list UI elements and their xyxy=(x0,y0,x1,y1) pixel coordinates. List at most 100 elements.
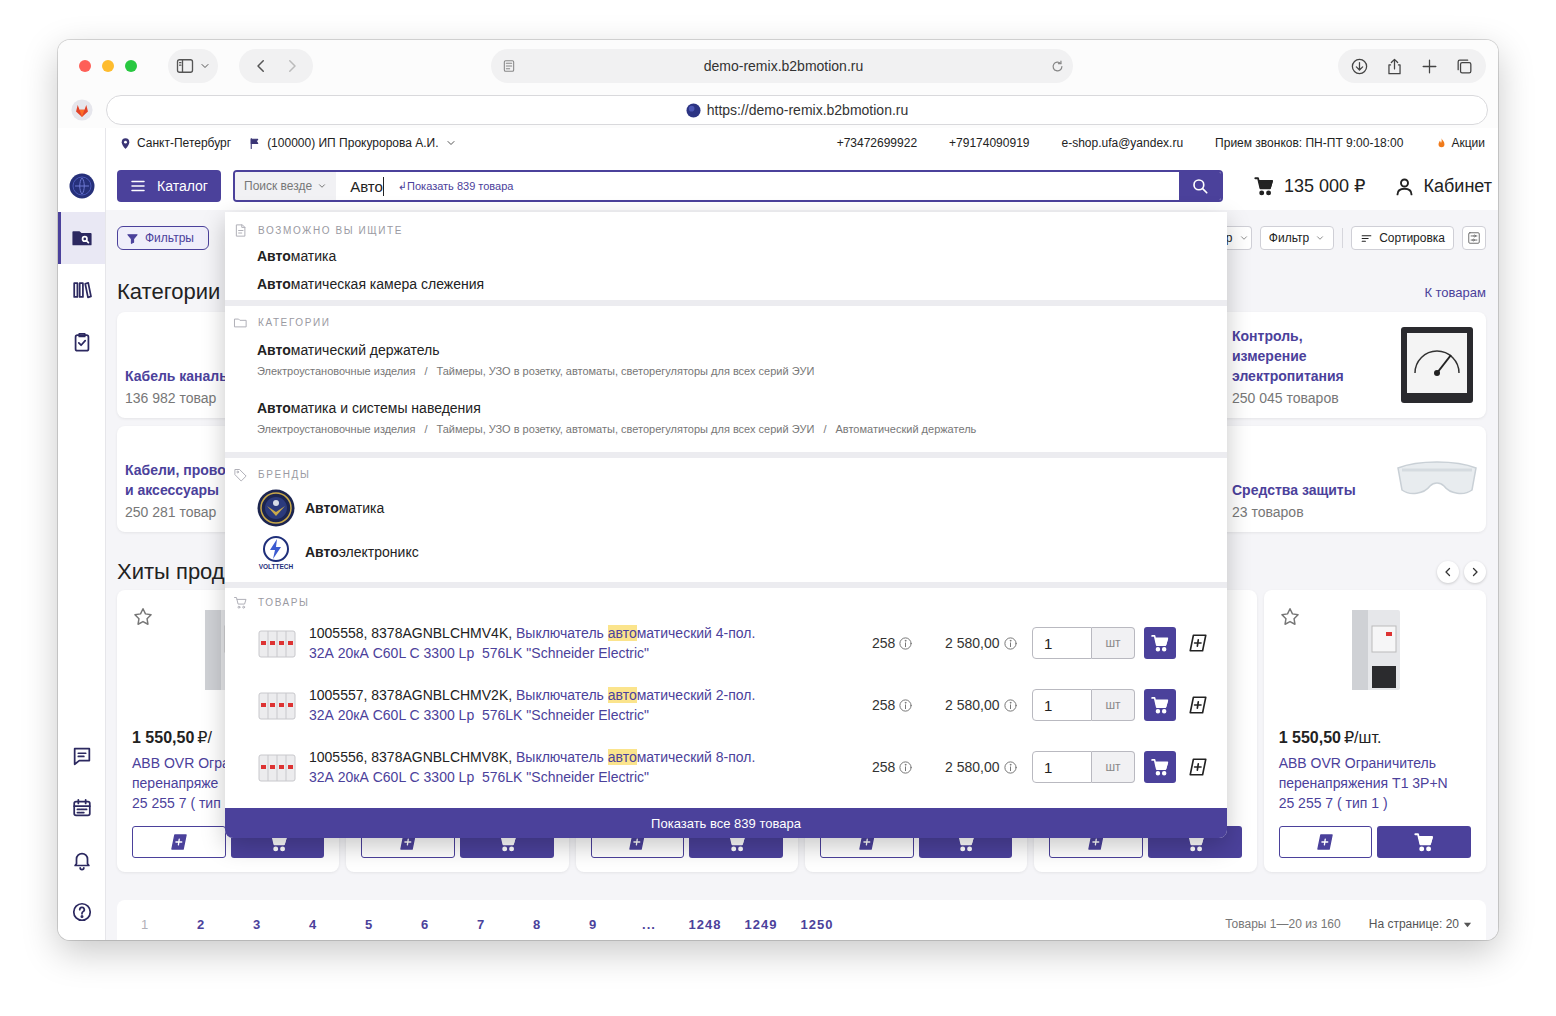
brand-item[interactable]: Автоматика xyxy=(225,486,1227,530)
address-bar[interactable]: demo-remix.b2bmotion.ru xyxy=(491,49,1073,83)
close-button[interactable] xyxy=(79,60,91,72)
page-link[interactable]: 1 xyxy=(117,917,173,932)
breadcrumb-item[interactable]: Таймеры, УЗО в розетку, автоматы, светор… xyxy=(436,421,814,437)
catalog-button[interactable]: Каталог xyxy=(117,170,221,202)
forward-icon[interactable] xyxy=(283,57,301,75)
favorite-star-icon[interactable] xyxy=(132,606,154,628)
sidebar-item[interactable] xyxy=(58,834,105,886)
page-link[interactable]: 1248 xyxy=(677,917,733,932)
page-link[interactable]: 1249 xyxy=(733,917,789,932)
next-button[interactable] xyxy=(1464,561,1486,583)
search-field[interactable]: Поиск везде Авто ↲Показать 839 товара xyxy=(233,170,1223,202)
page-link[interactable]: 4 xyxy=(285,917,341,932)
sidebar-toggle[interactable] xyxy=(168,49,218,83)
promo-link[interactable]: Акции xyxy=(1435,136,1485,150)
new-tab-icon[interactable] xyxy=(1420,57,1439,76)
quantity-input[interactable]: 1 xyxy=(1032,689,1092,721)
add-to-list-icon[interactable] xyxy=(1187,694,1209,716)
category-card[interactable]: Контроль,измерениеэлектропитания250 045 … xyxy=(1218,312,1486,418)
page-link[interactable]: 6 xyxy=(397,917,453,932)
view-settings-button[interactable] xyxy=(1462,226,1486,250)
email[interactable]: e-shop.ufa@yandex.ru xyxy=(1061,136,1183,150)
show-all-button[interactable]: Показать все 839 товара xyxy=(225,808,1227,838)
page-link[interactable]: 5 xyxy=(341,917,397,932)
breadcrumb-item[interactable]: Автоматический держатель xyxy=(836,421,977,437)
search-hint[interactable]: ↲Показать 839 товара xyxy=(398,180,514,193)
download-icon[interactable] xyxy=(1350,57,1369,76)
filters-button[interactable]: Фильтры xyxy=(117,226,209,250)
cabinet[interactable]: Кабинет xyxy=(1394,176,1492,197)
add-to-list-icon[interactable] xyxy=(1187,632,1209,654)
sidebar-item[interactable] xyxy=(58,212,105,264)
sidebar-item[interactable] xyxy=(58,160,105,212)
info-icon[interactable] xyxy=(1003,760,1018,775)
phone[interactable]: +79174090919 xyxy=(949,136,1029,150)
add-to-cart-button[interactable] xyxy=(1144,627,1176,659)
url-field[interactable]: https://demo-remix.b2bmotion.ru xyxy=(106,95,1488,125)
sidebar-item[interactable] xyxy=(58,886,105,938)
minimize-button[interactable] xyxy=(102,60,114,72)
brand-name[interactable]: Автоматика xyxy=(305,500,384,516)
search-scope[interactable]: Поиск везде xyxy=(235,172,336,200)
breadcrumb-item[interactable]: Электроустановочные изделия xyxy=(257,421,415,437)
info-icon[interactable] xyxy=(1003,636,1018,651)
category-name[interactable]: Автоматика и системы наведения xyxy=(257,400,481,416)
suggestion-text[interactable]: Автоматическая камера слежения xyxy=(257,276,484,292)
page-link[interactable]: 8 xyxy=(509,917,565,932)
prev-button[interactable] xyxy=(1437,561,1459,583)
page-link[interactable]: 7 xyxy=(453,917,509,932)
to-goods-link[interactable]: К товарам xyxy=(1424,285,1486,300)
info-icon[interactable] xyxy=(898,760,913,775)
product-name[interactable]: ABB OVR Ограничительперенапряжения T1 3P… xyxy=(1279,753,1471,813)
company-selector[interactable]: (100000) ИП Прокуророва А.И. xyxy=(267,136,438,150)
add-to-list-button[interactable] xyxy=(1279,826,1373,858)
tabs-icon[interactable] xyxy=(1455,57,1474,76)
filter-select[interactable]: Фильтр xyxy=(1260,226,1334,250)
add-to-cart-button[interactable] xyxy=(1144,689,1176,721)
sidebar-item[interactable] xyxy=(58,730,105,782)
brand-name[interactable]: Автоэлектроникс xyxy=(305,544,419,560)
search-value[interactable]: Авто xyxy=(350,178,383,195)
suggestion-text[interactable]: Автоматика xyxy=(257,248,336,264)
suggestion-item[interactable]: Автоматическая камера слежения xyxy=(225,270,1227,298)
add-to-cart-button[interactable] xyxy=(1144,751,1176,783)
zoom-button[interactable] xyxy=(125,60,137,72)
quantity-input[interactable]: 1 xyxy=(1032,627,1092,659)
info-icon[interactable] xyxy=(898,636,913,651)
reload-icon[interactable] xyxy=(1050,59,1065,74)
stock: 258 xyxy=(872,635,945,651)
suggestion-item[interactable]: Автоматика xyxy=(225,242,1227,270)
add-to-list-icon[interactable] xyxy=(1187,756,1209,778)
chevron-left-icon xyxy=(1442,566,1454,578)
share-icon[interactable] xyxy=(1385,57,1404,76)
info-icon[interactable] xyxy=(898,698,913,713)
sort-button[interactable]: Сортировка xyxy=(1351,226,1454,250)
brand-item[interactable]: VOLTTECHАвтоэлектроникс xyxy=(225,530,1227,574)
favorite-star-icon[interactable] xyxy=(1279,606,1301,628)
add-to-cart-button[interactable] xyxy=(1377,826,1471,858)
category-result[interactable]: Автоматический держатель Электроустановоч… xyxy=(225,334,1227,392)
page-link[interactable]: 3 xyxy=(229,917,285,932)
page-link[interactable]: 2 xyxy=(173,917,229,932)
cart[interactable]: 135 000 ₽ xyxy=(1253,175,1366,197)
category-card[interactable]: Средства защиты23 товаров xyxy=(1218,426,1486,532)
page-link[interactable]: 9 xyxy=(565,917,621,932)
category-name[interactable]: Автоматический держатель xyxy=(257,342,439,358)
page-link[interactable]: ... xyxy=(621,917,677,932)
search-button[interactable] xyxy=(1179,172,1221,200)
tab-favicon-icon[interactable] xyxy=(71,99,93,121)
category-result[interactable]: Автоматика и системы наведения Электроуст… xyxy=(225,392,1227,450)
sidebar-item[interactable] xyxy=(58,782,105,834)
quantity-input[interactable]: 1 xyxy=(1032,751,1092,783)
breadcrumb-item[interactable]: Таймеры, УЗО в розетку, автоматы, светор… xyxy=(436,363,814,379)
phone[interactable]: +73472699922 xyxy=(837,136,917,150)
info-icon[interactable] xyxy=(1003,698,1018,713)
sidebar-item[interactable] xyxy=(58,264,105,316)
page-link[interactable]: 1250 xyxy=(789,917,845,932)
back-icon[interactable] xyxy=(252,57,270,75)
per-page-select[interactable]: На странице: 20 xyxy=(1369,917,1472,931)
add-to-list-button[interactable] xyxy=(132,826,226,858)
breadcrumb-item[interactable]: Электроустановочные изделия xyxy=(257,363,415,379)
city-selector[interactable]: Санкт-Петербург xyxy=(137,136,231,150)
sidebar-item[interactable] xyxy=(58,316,105,368)
